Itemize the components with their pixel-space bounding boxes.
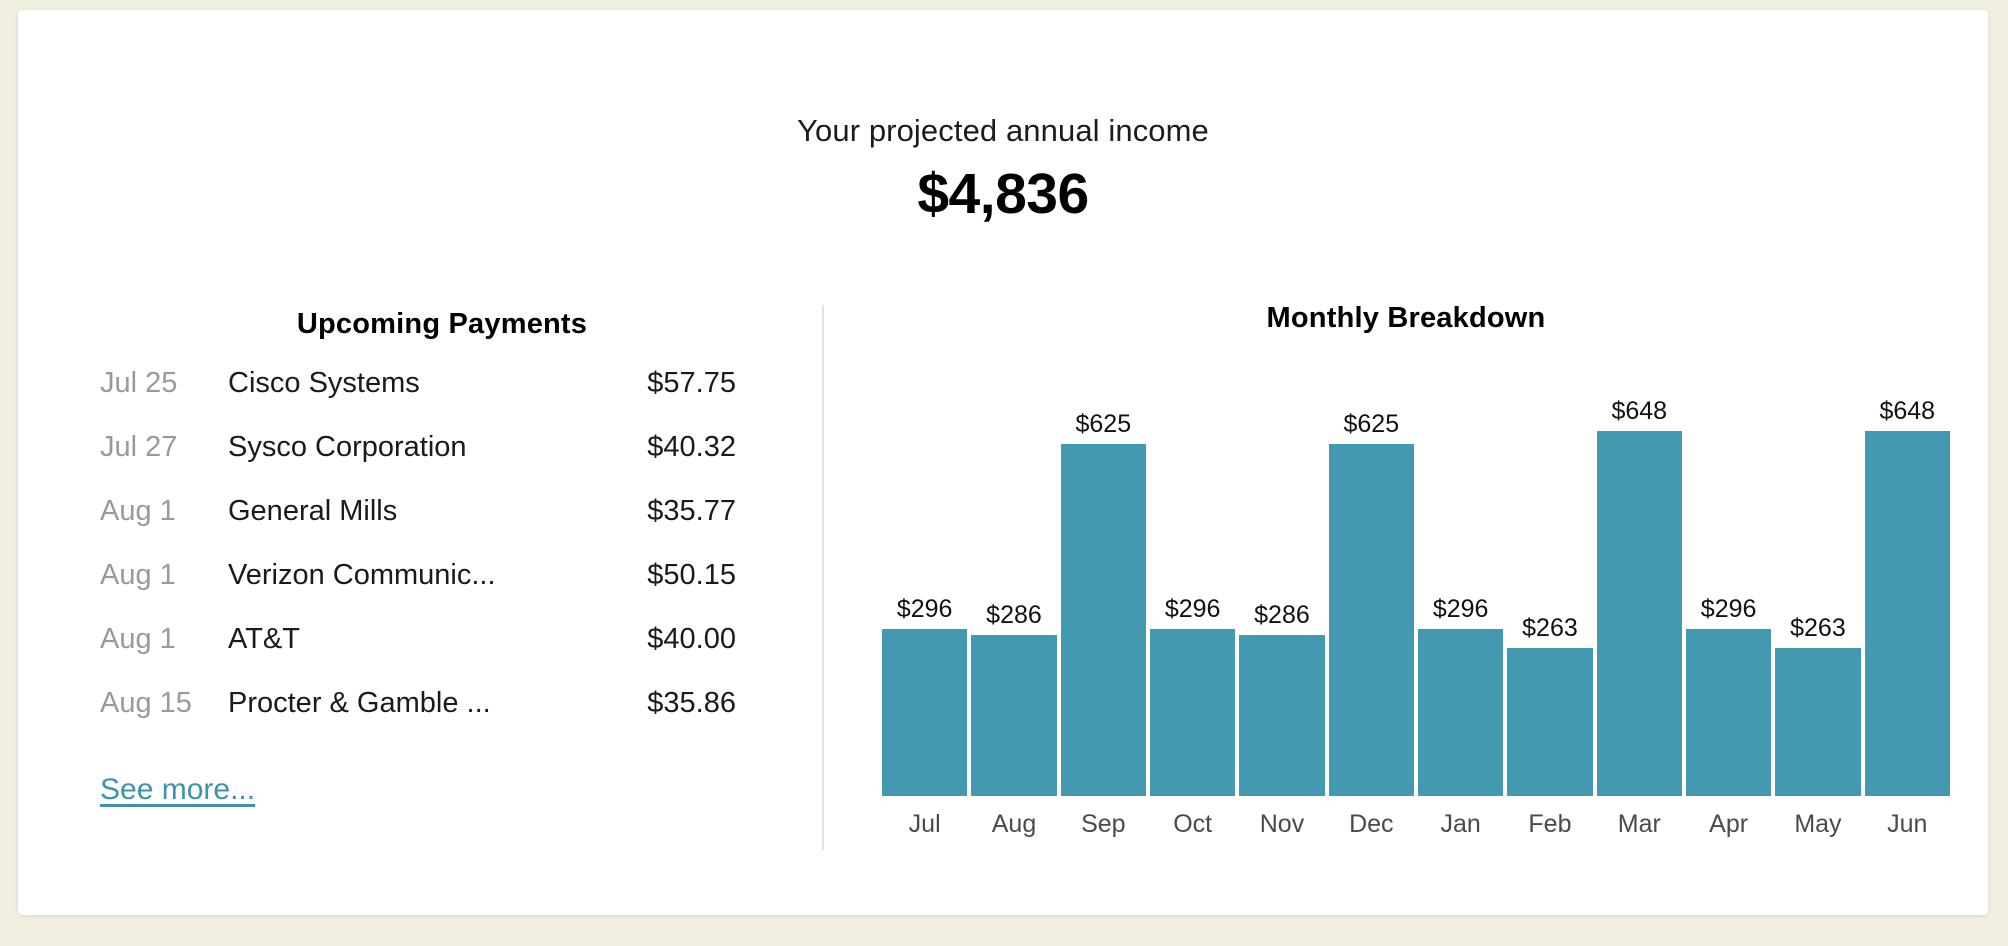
bar[interactable] bbox=[1775, 648, 1861, 796]
bar-value-label: $625 bbox=[1343, 410, 1400, 438]
payment-row[interactable]: Aug 1 AT&T $40.00 bbox=[78, 623, 768, 687]
bar-series: $296 $286 $625 $296 $286 $625 $296 $263 $648 $296… bbox=[882, 356, 1950, 796]
payment-date: Aug 1 bbox=[100, 495, 176, 527]
bar-value-label: $296 bbox=[1432, 595, 1489, 623]
x-axis-label: Sep bbox=[1081, 810, 1126, 838]
bar[interactable] bbox=[1417, 629, 1504, 796]
dashboard-body: Upcoming Payments Jul 25 Cisco Systems $57… bbox=[18, 288, 1988, 868]
x-axis-label: Dec bbox=[1349, 810, 1394, 838]
bar-column[interactable]: $296 bbox=[1149, 356, 1236, 796]
payment-amount: $57.75 bbox=[647, 367, 736, 399]
bar[interactable] bbox=[1507, 648, 1593, 796]
bar-column[interactable]: $296 bbox=[1685, 356, 1772, 796]
bar[interactable] bbox=[1685, 629, 1772, 796]
bar[interactable] bbox=[882, 629, 968, 796]
payment-amount: $50.15 bbox=[647, 559, 736, 591]
bar-value-label: $286 bbox=[1254, 601, 1310, 629]
bar-column[interactable]: $263 bbox=[1507, 356, 1593, 796]
bar-chart-plot-area: $296 $286 $625 $296 $286 $625 $296 $263 $648 $296… bbox=[882, 356, 1950, 796]
x-axis-label: Feb bbox=[1528, 810, 1572, 838]
bar[interactable] bbox=[1328, 444, 1414, 796]
bar-value-label: $625 bbox=[1075, 410, 1132, 438]
bar[interactable] bbox=[1149, 629, 1236, 796]
x-axis-label: Apr bbox=[1709, 810, 1749, 838]
see-more-wrapper: See more... bbox=[78, 773, 768, 807]
bar-value-label: $263 bbox=[1522, 614, 1578, 642]
upcoming-payments-title: Upcoming Payments bbox=[296, 308, 588, 340]
payment-date: Jul 27 bbox=[100, 431, 178, 463]
payment-date: Aug 15 bbox=[100, 687, 192, 719]
x-axis-label: Mar bbox=[1617, 810, 1661, 838]
payment-date: Aug 1 bbox=[100, 623, 176, 655]
payment-row[interactable]: Aug 15 Procter & Gamble ... $35.86 bbox=[78, 687, 768, 751]
bar-column[interactable]: $286 bbox=[971, 356, 1057, 796]
payment-company-name: General Mills bbox=[228, 495, 398, 527]
payment-company-name: Sysco Corporation bbox=[228, 431, 467, 463]
upcoming-payments-list: Jul 25 Cisco Systems $57.75 Jul 27 Sysco Cor… bbox=[78, 367, 768, 751]
bar-column[interactable]: $263 bbox=[1775, 356, 1861, 796]
page-title: Your projected annual income bbox=[797, 113, 1209, 148]
payment-date: Aug 1 bbox=[100, 559, 176, 591]
x-axis-label: Jun bbox=[1887, 810, 1928, 838]
payment-row[interactable]: Aug 1 General Mills $35.77 bbox=[78, 495, 768, 559]
x-axis-label: May bbox=[1794, 810, 1842, 838]
x-axis-label: Jul bbox=[908, 810, 941, 838]
bar[interactable] bbox=[1060, 444, 1146, 796]
x-axis-label: Oct bbox=[1173, 810, 1213, 838]
x-axis-label: Nov bbox=[1259, 810, 1305, 838]
bar-value-label: $296 bbox=[1700, 595, 1757, 623]
bar-column[interactable]: $296 bbox=[882, 356, 968, 796]
upcoming-payments-panel: Upcoming Payments Jul 25 Cisco Systems $57… bbox=[78, 288, 768, 807]
payment-company-name: AT&T bbox=[228, 623, 300, 655]
payment-row[interactable]: Jul 27 Sysco Corporation $40.32 bbox=[78, 431, 768, 495]
see-more-link[interactable]: See more... bbox=[100, 773, 255, 807]
bar[interactable] bbox=[1864, 431, 1950, 796]
bar-value-label: $648 bbox=[1611, 397, 1668, 425]
bar-column[interactable]: $648 bbox=[1596, 356, 1682, 796]
bar[interactable] bbox=[1239, 635, 1325, 796]
bar-column[interactable]: $625 bbox=[1328, 356, 1414, 796]
payment-amount: $40.32 bbox=[647, 431, 736, 463]
payment-company-name: Cisco Systems bbox=[228, 367, 420, 399]
bar-value-label: $286 bbox=[986, 601, 1042, 629]
payment-amount: $40.00 bbox=[647, 623, 736, 655]
income-dashboard-card: Your projected annual income $4,836 Upco… bbox=[18, 10, 1988, 915]
x-axis-label: Aug bbox=[991, 810, 1037, 838]
bar-column[interactable]: $296 bbox=[1417, 356, 1504, 796]
x-axis-tick-labels: Jul Aug Sep Oct Nov Dec Jan Feb Mar Apr May Jun bbox=[882, 810, 1950, 839]
x-axis-label: Jan bbox=[1440, 810, 1481, 838]
payment-company-name: Verizon Communic... bbox=[228, 559, 496, 591]
payment-row[interactable]: Jul 25 Cisco Systems $57.75 bbox=[78, 367, 768, 431]
bar-column[interactable]: $286 bbox=[1239, 356, 1325, 796]
bar-value-label: $263 bbox=[1790, 614, 1846, 642]
bar-value-label: $296 bbox=[896, 595, 953, 623]
bar-column[interactable]: $648 bbox=[1864, 356, 1950, 796]
bar-column[interactable]: $625 bbox=[1060, 356, 1146, 796]
payment-row[interactable]: Aug 1 Verizon Communic... $50.15 bbox=[78, 559, 768, 623]
payment-amount: $35.77 bbox=[647, 495, 736, 527]
payment-date: Jul 25 bbox=[100, 367, 178, 399]
payment-company-name: Procter & Gamble ... bbox=[228, 687, 491, 719]
header: Your projected annual income $4,836 bbox=[18, 10, 1988, 223]
projected-income-amount: $4,836 bbox=[917, 162, 1089, 226]
bar[interactable] bbox=[1596, 431, 1682, 796]
bar-value-label: $296 bbox=[1164, 595, 1221, 623]
payment-amount: $35.86 bbox=[647, 687, 736, 719]
bar-value-label: $648 bbox=[1879, 397, 1936, 425]
chart-title: Monthly Breakdown bbox=[1266, 302, 1546, 334]
monthly-breakdown-panel: Monthly Breakdown $296 $286 $625 $296 $286 $6… bbox=[824, 288, 1988, 868]
bar[interactable] bbox=[971, 635, 1057, 796]
